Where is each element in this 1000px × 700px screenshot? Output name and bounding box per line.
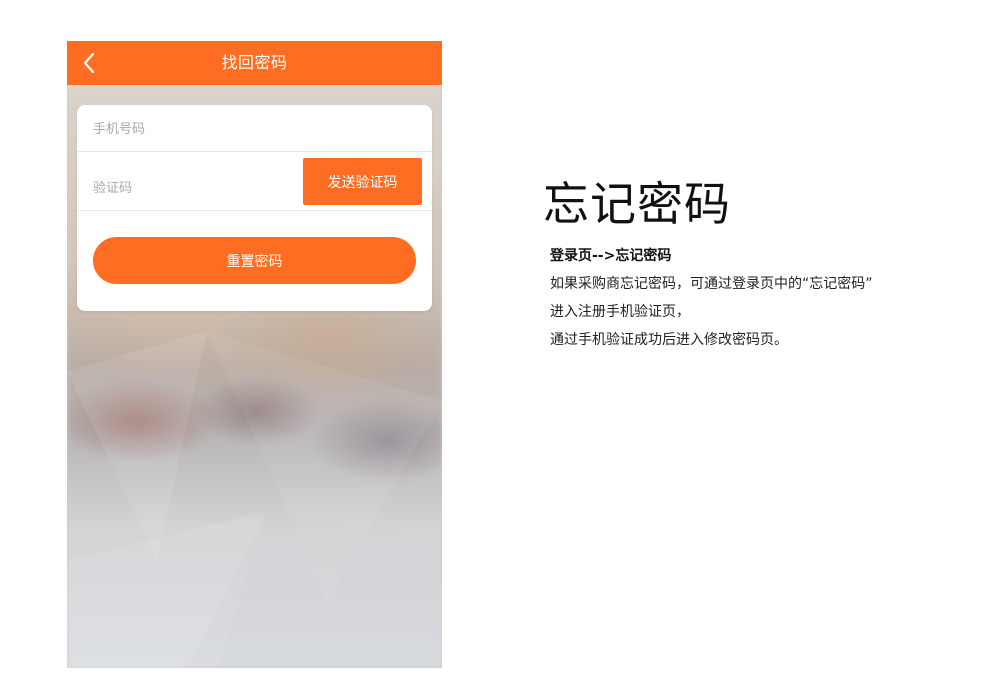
description-panel: 忘记密码 登录页-->忘记密码 如果采购商忘记密码，可通过登录页中的“忘记密码”… [543,172,983,354]
phone-screen: 找回密码 发送验证码 重置密码 [67,41,442,668]
reset-password-button[interactable]: 重置密码 [93,237,416,284]
phone-field-row [77,105,432,152]
canvas: 找回密码 发送验证码 重置密码 忘记密码 登录页-->忘记密码 如果采购商忘记密… [0,0,1000,700]
send-code-button[interactable]: 发送验证码 [303,158,422,205]
flow-label: 登录页-->忘记密码 [550,248,672,264]
nav-bar: 找回密码 [67,41,442,85]
code-field-row: 发送验证码 [77,152,432,211]
description-line: 进入注册手机验证页， [550,304,690,320]
description-line: 如果采购商忘记密码，可通过登录页中的“忘记密码” [550,276,873,292]
description-title: 忘记密码 [543,177,731,231]
verification-code-input[interactable] [93,178,283,198]
description-line: 通过手机验证成功后进入修改密码页。 [550,332,788,348]
reset-form-card: 发送验证码 重置密码 [77,105,432,311]
phone-number-input[interactable] [93,119,413,139]
description-lines: 如果采购商忘记密码，可通过登录页中的“忘记密码” 进入注册手机验证页， 通过手机… [550,270,983,354]
page-title: 找回密码 [221,53,288,72]
